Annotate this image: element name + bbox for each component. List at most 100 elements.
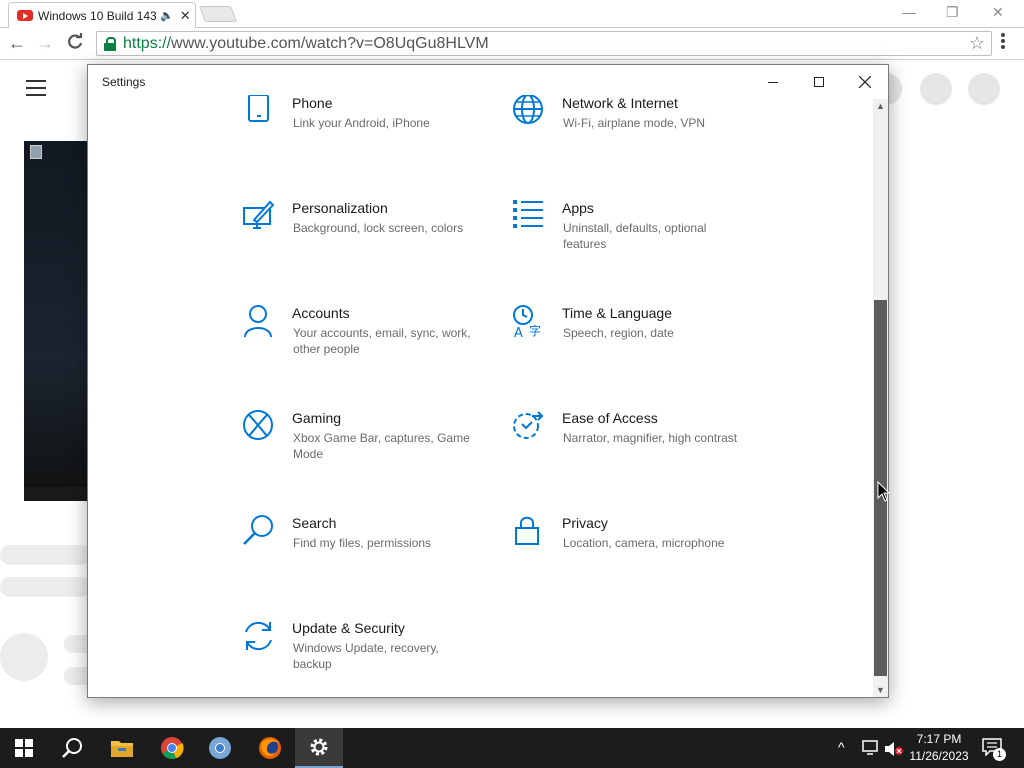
settings-window: Settings Phone Link your Android, iPhone… — [87, 64, 889, 698]
taskbar-file-explorer[interactable] — [98, 728, 146, 768]
youtube-header-icon[interactable] — [920, 73, 952, 105]
taskbar-settings[interactable] — [295, 728, 343, 768]
video-player[interactable] — [24, 141, 94, 501]
phone-icon — [248, 95, 269, 122]
avatar[interactable] — [968, 73, 1000, 105]
settings-category-gaming[interactable]: Gaming Xbox Game Bar, captures, Game Mod… — [242, 410, 482, 490]
kebab-menu-icon — [1001, 33, 1005, 49]
maximize-icon — [814, 77, 824, 87]
tab-close-button[interactable]: ✕ — [180, 8, 191, 24]
category-name: Privacy — [562, 515, 608, 531]
taskbar-firefox[interactable] — [246, 728, 294, 768]
xbox-icon — [243, 410, 273, 440]
skeleton-line — [0, 545, 90, 565]
scroll-down-button[interactable]: ▼ — [873, 683, 888, 697]
taskbar-chrome[interactable] — [148, 728, 196, 768]
taskbar-chromium[interactable] — [196, 728, 244, 768]
reload-button[interactable] — [66, 33, 84, 56]
category-description: Uninstall, defaults, optional features — [563, 221, 707, 251]
browser-menu-button[interactable] — [1000, 32, 1006, 50]
category-description: Xbox Game Bar, captures, Game Mode — [293, 431, 470, 461]
category-description: Narrator, magnifier, high contrast — [563, 431, 738, 445]
globe-icon — [513, 95, 543, 124]
category-description: Link your Android, iPhone — [293, 116, 430, 130]
category-name: Apps — [562, 200, 594, 216]
speaker-icon[interactable]: 🔈 — [160, 9, 174, 22]
url-text: https://www.youtube.com/watch?v=O8UqGu8H… — [123, 34, 489, 52]
mouse-cursor-icon — [877, 481, 891, 502]
gear-icon — [310, 738, 328, 756]
scroll-up-button[interactable]: ▲ — [873, 99, 888, 113]
settings-category-phone[interactable]: Phone Link your Android, iPhone — [242, 95, 482, 175]
settings-category-personalization[interactable]: Personalization Background, lock screen,… — [242, 200, 482, 280]
settings-category-privacy[interactable]: Privacy Location, camera, microphone — [512, 515, 752, 595]
chrome-icon — [161, 737, 184, 760]
category-description: Wi-Fi, airplane mode, VPN — [563, 116, 706, 130]
category-name: Time & Language — [562, 305, 672, 321]
browser-tab-youtube[interactable]: Windows 10 Build 1433 🔈 ✕ — [8, 2, 196, 28]
settings-category-accounts[interactable]: Accounts Your accounts, email, sync, wor… — [242, 305, 482, 385]
settings-close-button[interactable] — [842, 71, 888, 93]
youtube-favicon-icon — [17, 10, 33, 21]
search-icon — [62, 738, 82, 758]
address-bar[interactable]: https://www.youtube.com/watch?v=O8UqGu8H… — [96, 31, 992, 56]
svg-text:字: 字 — [529, 323, 541, 338]
browser-minimize-button[interactable]: — — [902, 4, 916, 20]
settings-category-time-language[interactable]: A字 Time & Language Speech, region, date — [512, 305, 752, 385]
notification-count-badge: 1 — [993, 748, 1006, 761]
category-name: Accounts — [292, 305, 350, 321]
close-icon — [859, 76, 871, 88]
magnifier-icon — [243, 515, 273, 545]
windows-logo-icon — [15, 739, 33, 757]
new-tab-button[interactable] — [199, 6, 237, 22]
category-description: Location, camera, microphone — [563, 536, 725, 550]
browser-tabstrip: Windows 10 Build 1433 🔈 ✕ — ❐ ✕ — [0, 0, 1024, 28]
category-name: Ease of Access — [562, 410, 658, 426]
clock-time[interactable]: 7:17 PM — [904, 732, 974, 746]
action-center-button[interactable]: 1 — [982, 738, 1006, 761]
category-description: Background, lock screen, colors — [293, 221, 464, 235]
settings-category-apps[interactable]: Apps Uninstall, defaults, optional featu… — [512, 200, 752, 280]
settings-minimize-button[interactable] — [750, 71, 796, 93]
browser-restore-button[interactable]: ❐ — [946, 4, 959, 21]
reload-icon — [68, 33, 83, 49]
category-name: Gaming — [292, 410, 342, 426]
settings-title: Settings — [102, 75, 146, 89]
settings-category-ease-of-access[interactable]: Ease of Access Narrator, magnifier, high… — [512, 410, 752, 490]
browser-toolbar: ← → https://www.youtube.com/watch?v=O8Uq… — [0, 28, 1024, 60]
category-description: Windows Update, recovery, backup — [293, 641, 439, 671]
category-name: Update & Security — [292, 620, 405, 636]
sync-icon — [245, 621, 272, 651]
category-name: Phone — [292, 95, 333, 111]
lock-icon — [515, 516, 539, 545]
person-icon — [244, 305, 272, 338]
category-description: Find my files, permissions — [293, 536, 432, 550]
windows-taskbar: ^ 7:17 PM 11/26/2023 1 — [0, 728, 1024, 768]
settings-category-search[interactable]: Search Find my files, permissions — [242, 515, 482, 595]
tab-title: Windows 10 Build 1433 — [38, 8, 156, 23]
forward-button[interactable]: → — [36, 33, 54, 54]
svg-text:A: A — [514, 326, 523, 339]
start-button[interactable] — [0, 728, 48, 768]
folder-icon — [111, 741, 133, 757]
bookmark-star-icon[interactable]: ☆ — [969, 33, 985, 54]
settings-category-update-security[interactable]: Update & Security Windows Update, recove… — [242, 620, 482, 700]
network-icon[interactable] — [862, 740, 880, 756]
browser-close-button[interactable]: ✕ — [992, 4, 1004, 21]
volume-muted-icon[interactable] — [884, 741, 904, 757]
settings-scrollbar[interactable]: ▲ ▼ — [873, 99, 888, 697]
recycle-bin-icon — [30, 145, 42, 159]
skeleton-line — [0, 577, 90, 597]
back-button[interactable]: ← — [8, 33, 26, 54]
time-language-icon: A字 — [513, 305, 541, 339]
skeleton-avatar — [0, 633, 48, 681]
youtube-menu-icon[interactable] — [26, 80, 46, 96]
settings-category-network[interactable]: Network & Internet Wi-Fi, airplane mode,… — [512, 95, 752, 175]
clock-date[interactable]: 11/26/2023 — [904, 749, 974, 763]
category-description: Your accounts, email, sync, work, other … — [293, 326, 471, 356]
paint-icon — [243, 200, 275, 229]
taskbar-search-button[interactable] — [48, 728, 96, 768]
tray-chevron-icon[interactable]: ^ — [838, 739, 845, 755]
settings-maximize-button[interactable] — [796, 71, 842, 93]
category-name: Search — [292, 515, 337, 531]
